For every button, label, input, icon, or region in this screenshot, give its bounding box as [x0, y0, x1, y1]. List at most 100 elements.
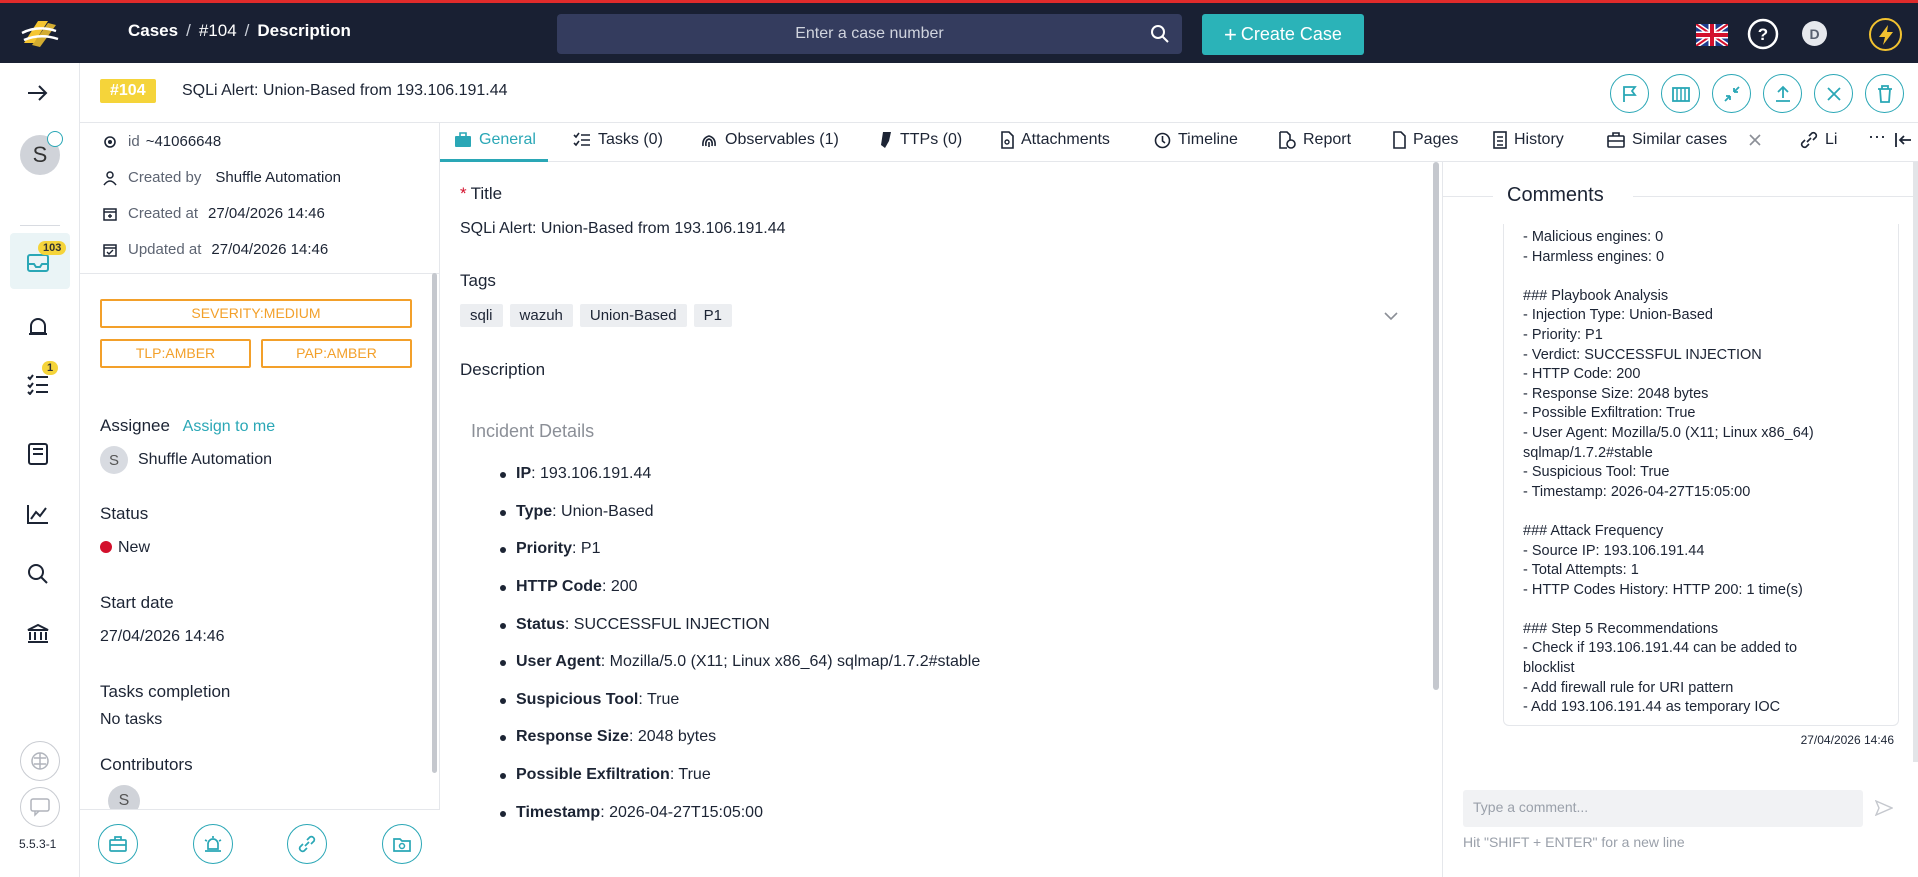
calendar-check-icon: [103, 243, 117, 257]
tag[interactable]: P1: [693, 304, 732, 327]
tags-label: Tags: [460, 271, 496, 290]
tag[interactable]: wazuh: [509, 304, 573, 327]
required-marker: *: [460, 184, 467, 203]
tab-tasks[interactable]: Tasks (0): [573, 131, 663, 149]
history-icon: [1493, 131, 1507, 149]
similar-icon: [1607, 132, 1625, 148]
export-button[interactable]: [1763, 74, 1802, 113]
breadcrumb-case[interactable]: #104: [199, 21, 237, 41]
comment-input[interactable]: Type a comment...: [1463, 790, 1863, 827]
title-label: * Title: [460, 184, 503, 203]
case-title: SQLi Alert: Union-Based from 193.106.191…: [182, 82, 508, 99]
case-search-input[interactable]: Enter a case number: [557, 14, 1182, 54]
collapse-button[interactable]: [1712, 74, 1751, 113]
breadcrumb-current: Description: [257, 21, 351, 40]
flag-case-button[interactable]: [1610, 74, 1649, 113]
close-case-button[interactable]: [1814, 74, 1853, 113]
tag[interactable]: sqli: [460, 304, 503, 327]
tab-observables[interactable]: Observables (1): [700, 131, 839, 149]
knowledge-book-icon[interactable]: [26, 443, 50, 465]
created-by-row: Created by Shuffle Automation: [102, 169, 341, 186]
chat-icon[interactable]: [20, 787, 60, 827]
chevron-down-icon[interactable]: [1384, 311, 1398, 321]
tasks-completion-value: No tasks: [100, 711, 163, 728]
brain-icon[interactable]: [20, 741, 60, 781]
tab-links[interactable]: Li: [1800, 131, 1854, 149]
panel-footer: [80, 809, 440, 877]
page-icon: [1393, 131, 1406, 149]
user-avatar[interactable]: D: [1802, 21, 1827, 46]
expand-arrow-icon[interactable]: [26, 83, 50, 103]
assign-to-me-link[interactable]: Assign to me: [183, 418, 275, 435]
breadcrumb-cases[interactable]: Cases: [128, 21, 178, 41]
list-item: Priority: P1: [499, 540, 601, 557]
svg-text:?: ?: [1758, 25, 1768, 44]
more-tabs-icon[interactable]: ⋯: [1868, 127, 1886, 148]
briefcase-icon: [455, 132, 471, 147]
list-item: Possible Exfiltration: True: [500, 766, 711, 783]
start-date-label: Start date: [100, 593, 174, 612]
create-case-button[interactable]: + Create Case: [1202, 14, 1364, 55]
created-at-row: Created at 27/04/2026 14:46: [102, 205, 325, 222]
tab-report[interactable]: Report: [1278, 131, 1351, 149]
tag[interactable]: Union-Based: [579, 304, 687, 327]
link-button[interactable]: [287, 824, 327, 864]
cases-inbox-icon[interactable]: [26, 253, 50, 273]
assignee-label: Assignee Assign to me: [100, 416, 276, 435]
tags-list[interactable]: sqli wazuh Union-Based P1: [460, 304, 732, 327]
pap-badge[interactable]: PAP:AMBER: [261, 339, 412, 368]
uk-flag-icon[interactable]: [1696, 24, 1728, 46]
comments-scrollbar[interactable]: [1913, 162, 1918, 762]
list-item: IP: 193.106.191.44: [499, 465, 652, 482]
alerts-icon[interactable]: [26, 317, 50, 337]
comments-title: Comments: [1507, 184, 1604, 206]
merge-icon: [1671, 86, 1690, 102]
file-icon: [1001, 131, 1014, 149]
tab-similar-cases[interactable]: Similar cases: [1607, 131, 1762, 149]
comments-panel: Comments - Malicious engines: 0 - Harmle…: [1442, 162, 1918, 877]
tab-ttps[interactable]: TTPs (0): [879, 131, 962, 149]
alert-siren-button[interactable]: [193, 824, 233, 864]
severity-badge[interactable]: SEVERITY:MEDIUM: [100, 299, 412, 328]
send-icon[interactable]: [1875, 800, 1893, 816]
collapse-panel-icon[interactable]: [1894, 131, 1914, 149]
link-icon: [298, 835, 316, 853]
thehive-logo-icon[interactable]: [18, 13, 62, 53]
tab-general[interactable]: General: [454, 131, 536, 149]
delete-case-button[interactable]: [1865, 74, 1904, 113]
start-date-value[interactable]: 27/04/2026 14:46: [100, 628, 225, 646]
tasks-count-badge: 1: [42, 361, 59, 375]
help-icon[interactable]: ?: [1747, 18, 1779, 50]
briefcase-button[interactable]: [98, 824, 138, 864]
assignee-row[interactable]: S Shuffle Automation: [100, 446, 272, 474]
bolt-icon[interactable]: [1869, 18, 1902, 51]
status-value[interactable]: New: [100, 539, 150, 557]
tasks-list-icon[interactable]: [26, 373, 50, 395]
tlp-badge[interactable]: TLP:AMBER: [100, 339, 251, 368]
link-icon: [1800, 131, 1818, 149]
general-content: * Title SQLi Alert: Union-Based from 193.…: [440, 162, 1440, 877]
folder-button[interactable]: [382, 824, 422, 864]
tab-timeline[interactable]: Timeline: [1154, 131, 1238, 149]
dashboard-chart-icon[interactable]: [26, 503, 50, 525]
tab-history[interactable]: History: [1493, 131, 1564, 149]
assignee-avatar: S: [100, 446, 128, 474]
flag-icon: [1622, 85, 1637, 102]
case-number-badge: #104: [100, 79, 156, 103]
organisation-bank-icon[interactable]: [26, 623, 50, 645]
title-value[interactable]: SQLi Alert: Union-Based from 193.106.191…: [460, 220, 786, 238]
merge-case-button[interactable]: [1661, 74, 1700, 113]
case-id-row: id ~41066648: [102, 133, 221, 150]
tab-attachments[interactable]: Attachments: [1000, 131, 1110, 149]
user-icon: [103, 170, 117, 185]
siren-icon: [204, 836, 222, 852]
gear-icon: [104, 135, 116, 148]
report-icon: [1279, 131, 1296, 149]
content-scrollbar[interactable]: [1433, 162, 1439, 690]
search-nav-icon[interactable]: [26, 563, 50, 585]
tab-pages[interactable]: Pages: [1392, 131, 1458, 149]
search-icon[interactable]: [1150, 24, 1170, 44]
switch-org-icon[interactable]: [47, 131, 63, 147]
panel-scrollbar[interactable]: [432, 273, 437, 773]
close-tab-icon[interactable]: [1748, 133, 1762, 147]
